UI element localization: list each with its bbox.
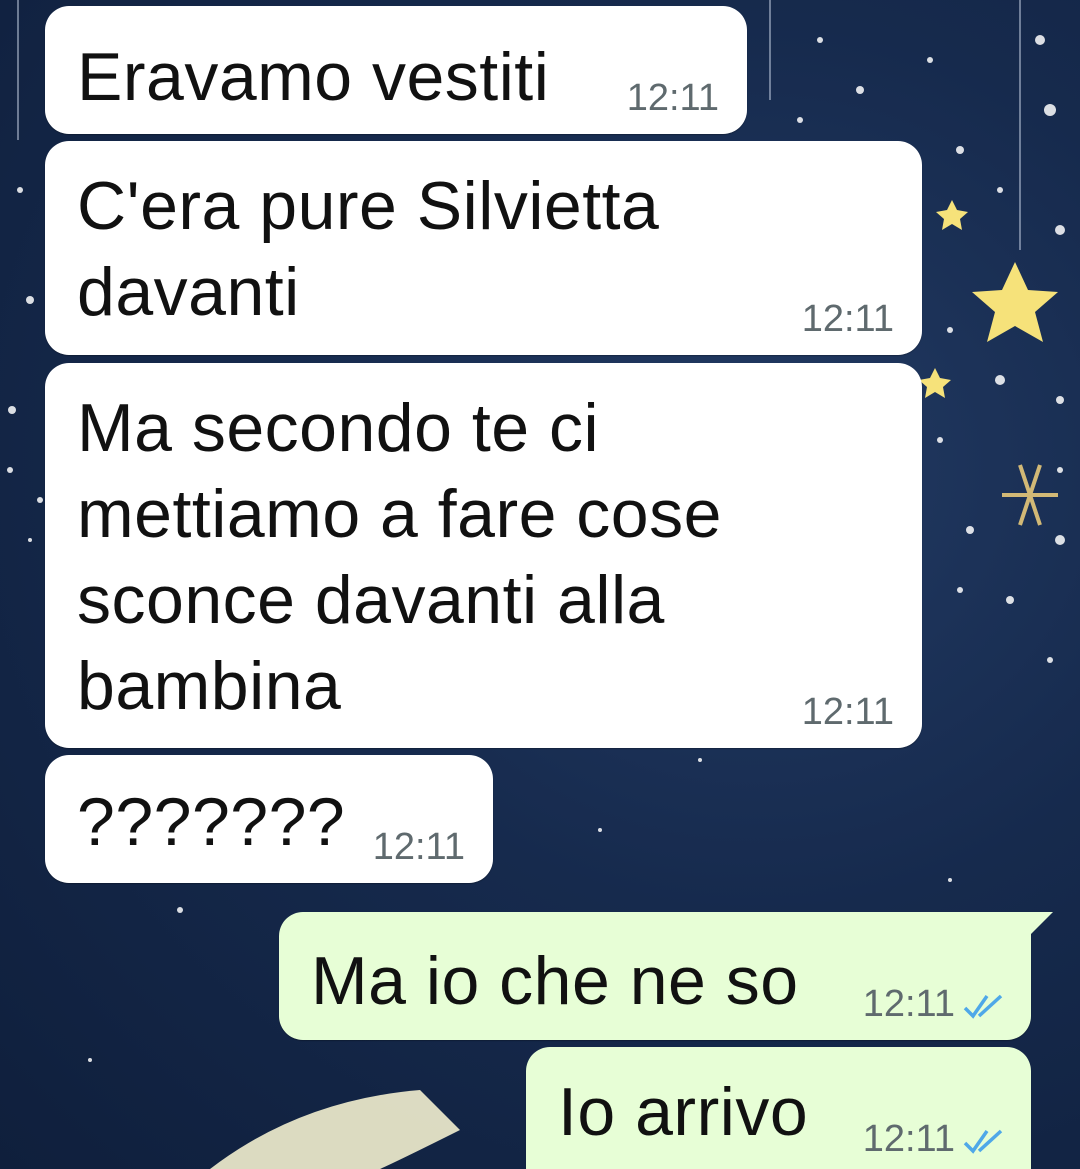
- message-text: ???????: [77, 784, 346, 860]
- message-time: 12:11: [862, 1118, 955, 1160]
- message-time: 12:11: [801, 298, 894, 340]
- message-time: 12:11: [801, 691, 894, 733]
- message-text: Eravamo vestiti: [77, 39, 550, 115]
- umbrella-decoration-icon: [210, 1090, 460, 1169]
- message-text: Ma secondo te ci mettiamo a fare cose sc…: [77, 390, 722, 724]
- double-check-read-icon: [963, 1129, 1003, 1154]
- snowflake-decoration-icon: [1002, 464, 1058, 526]
- incoming-message[interactable]: Eravamo vestiti 12:11: [45, 6, 747, 134]
- message-text: Ma io che ne so: [311, 943, 799, 1019]
- bubble-tail-icon: [1023, 912, 1053, 938]
- message-text: C'era pure Silvietta davanti: [77, 168, 660, 330]
- incoming-message[interactable]: C'era pure Silvietta davanti 12:11: [45, 141, 922, 355]
- incoming-message[interactable]: Ma secondo te ci mettiamo a fare cose sc…: [45, 363, 922, 748]
- incoming-message[interactable]: ??????? 12:11: [45, 755, 493, 883]
- star-decoration-icon: [919, 200, 1058, 398]
- message-time: 12:11: [372, 826, 465, 868]
- double-check-read-icon: [963, 994, 1003, 1019]
- outgoing-message[interactable]: Ma io che ne so 12:11: [279, 912, 1053, 1040]
- outgoing-message[interactable]: Io arrivo 12:11: [526, 1047, 1031, 1169]
- message-time: 12:11: [862, 983, 955, 1025]
- message-text: Io arrivo: [558, 1074, 809, 1150]
- message-time: 12:11: [626, 77, 719, 119]
